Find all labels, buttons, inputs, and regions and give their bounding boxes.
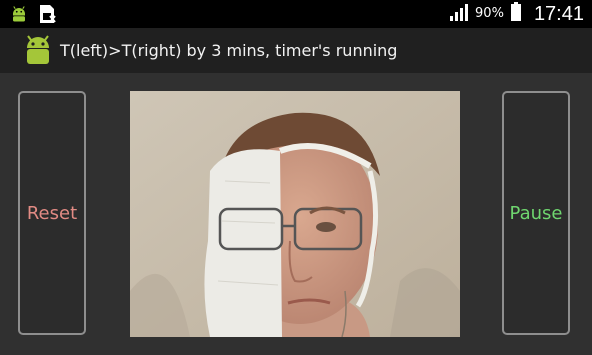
pause-button[interactable]: Pause <box>502 91 570 335</box>
main-content: Reset Pause <box>0 73 592 355</box>
battery-icon <box>510 2 522 26</box>
reset-button-label: Reset <box>26 202 78 224</box>
camera-photo <box>130 91 460 337</box>
pause-button-label: Pause <box>509 202 563 224</box>
battery-percent: 90% <box>475 6 504 21</box>
clock: 17:41 <box>533 3 584 25</box>
status-bar: 90% 17:41 <box>0 0 592 28</box>
sim-card-icon <box>38 4 56 28</box>
android-robot-icon[interactable] <box>22 34 54 70</box>
photo-image <box>130 91 460 337</box>
reset-button[interactable]: Reset <box>18 91 86 335</box>
action-bar: T(left)>T(right) by 3 mins, timer's runn… <box>0 28 592 73</box>
status-left-icons <box>10 4 56 28</box>
status-right-area: 90% 17:41 <box>449 2 584 26</box>
page-title: T(left)>T(right) by 3 mins, timer's runn… <box>60 41 398 60</box>
signal-icon <box>449 2 469 26</box>
android-notification-icon <box>10 5 28 27</box>
